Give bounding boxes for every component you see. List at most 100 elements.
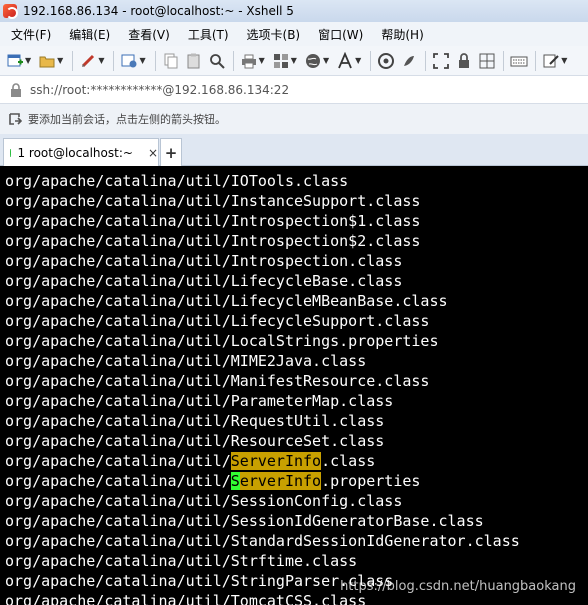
open-folder-icon[interactable] <box>36 50 58 72</box>
font-icon[interactable] <box>334 50 356 72</box>
terminal-line: org/apache/catalina/util/ResourceSet.cla… <box>5 431 588 451</box>
terminal-line-text: org/apache/catalina/util/LifecycleSuppor… <box>5 312 430 330</box>
terminal-line: org/apache/catalina/util/SessionConfig.c… <box>5 491 588 511</box>
globe-icon[interactable] <box>302 50 324 72</box>
tab-session-1[interactable]: 1 root@localhost:~ × <box>3 138 159 166</box>
toolbar-separator <box>370 50 372 71</box>
terminal-line-text: org/apache/catalina/util/ <box>5 472 231 490</box>
terminal-line-text: org/apache/catalina/util/RequestUtil.cla… <box>5 412 385 430</box>
current-match-highlight: S <box>230 472 240 490</box>
terminal-line: org/apache/catalina/util/InstanceSupport… <box>5 191 588 211</box>
chevron-down-icon[interactable]: ▼ <box>139 56 145 65</box>
link-icon[interactable] <box>77 50 99 72</box>
terminal-line: org/apache/catalina/util/Introspection$1… <box>5 211 588 231</box>
lock-icon[interactable] <box>453 50 475 72</box>
transfer-icon[interactable] <box>270 50 292 72</box>
window-title: 192.168.86.134 - root@localhost:~ - Xshe… <box>23 4 294 18</box>
chevron-down-icon[interactable]: ▼ <box>291 56 297 65</box>
terminal-line-text: org/apache/catalina/util/IOTools.class <box>5 172 349 190</box>
chevron-down-icon[interactable]: ▼ <box>323 56 329 65</box>
print-icon[interactable] <box>238 50 260 72</box>
terminal-line-text: org/apache/catalina/util/StringParser.cl… <box>5 572 394 590</box>
find-icon[interactable] <box>206 50 228 72</box>
close-icon[interactable]: × <box>148 146 158 160</box>
toolbar-separator <box>535 50 537 71</box>
add-tab-button[interactable]: + <box>160 138 182 166</box>
properties-icon[interactable] <box>118 50 140 72</box>
terminal-line: org/apache/catalina/util/RequestUtil.cla… <box>5 411 588 431</box>
terminal-line-text: org/apache/catalina/util/LifecycleMBeanB… <box>5 292 448 310</box>
menu-window[interactable]: 窗口(W) <box>309 26 372 43</box>
terminal-line-text: org/apache/catalina/util/InstanceSupport… <box>5 192 421 210</box>
terminal-line: org/apache/catalina/util/MIME2Java.class <box>5 351 588 371</box>
menu-view[interactable]: 查看(V) <box>119 26 179 43</box>
terminal-line: org/apache/catalina/util/Introspection.c… <box>5 251 588 271</box>
terminal-line-text: org/apache/catalina/util/StandardSession… <box>5 532 520 550</box>
terminal-line-suffix: .properties <box>321 472 421 490</box>
terminal-line-text: org/apache/catalina/util/ResourceSet.cla… <box>5 432 385 450</box>
toolbar: ▼ ▼ ▼ ▼ ▼ ▼ ▼ ▼ ▼ <box>0 46 588 76</box>
terminal-line-text: org/apache/catalina/util/Strftime.class <box>5 552 358 570</box>
menu-edit[interactable]: 编辑(E) <box>60 26 119 43</box>
add-session-arrow-icon[interactable] <box>8 112 22 126</box>
fullscreen-icon[interactable] <box>430 50 452 72</box>
chevron-down-icon[interactable]: ▼ <box>57 56 63 65</box>
address-text: ssh://root:************@192.168.86.134:2… <box>30 82 290 97</box>
terminal-line: org/apache/catalina/util/IOTools.class <box>5 171 588 191</box>
tab-bar: 1 root@localhost:~ × + <box>0 134 588 166</box>
terminal-line: org/apache/catalina/util/LocalStrings.pr… <box>5 331 588 351</box>
terminal-line-text: org/apache/catalina/util/MIME2Java.class <box>5 352 367 370</box>
terminal-line: org/apache/catalina/util/ServerInfo.prop… <box>5 471 588 491</box>
terminal-line: org/apache/catalina/util/ManifestResourc… <box>5 371 588 391</box>
terminal-line: org/apache/catalina/util/SessionIdGenera… <box>5 511 588 531</box>
search-match-highlight: ServerInfo <box>230 452 322 470</box>
terminal-line: org/apache/catalina/util/StandardSession… <box>5 531 588 551</box>
compose-icon[interactable] <box>540 50 562 72</box>
chevron-down-icon[interactable]: ▼ <box>355 56 361 65</box>
title-bar: 192.168.86.134 - root@localhost:~ - Xshe… <box>0 0 588 22</box>
menu-bar: 文件(F) 编辑(E) 查看(V) 工具(T) 选项卡(B) 窗口(W) 帮助(… <box>0 22 588 46</box>
chevron-down-icon[interactable]: ▼ <box>561 56 567 65</box>
keyboard-icon[interactable] <box>508 50 530 72</box>
terminal-line-suffix: .class <box>321 452 376 470</box>
toolbar-separator <box>232 50 234 71</box>
split-icon[interactable] <box>476 50 498 72</box>
terminal-line-text: org/apache/catalina/util/Introspection.c… <box>5 252 403 270</box>
terminal-line: org/apache/catalina/util/ParameterMap.cl… <box>5 391 588 411</box>
chevron-down-icon[interactable]: ▼ <box>98 56 104 65</box>
watermark: https://blog.csdn.net/huangbaokang <box>340 579 576 594</box>
copy-icon[interactable] <box>160 50 182 72</box>
toolbar-separator <box>425 50 427 71</box>
terminal-line: org/apache/catalina/util/Strftime.class <box>5 551 588 571</box>
script-icon[interactable] <box>398 50 420 72</box>
tab-label: 1 root@localhost:~ <box>17 145 133 160</box>
terminal-line-text: org/apache/catalina/util/TomcatCSS.class <box>5 592 367 605</box>
session-hint-bar: 要添加当前会话，点击左侧的箭头按钮。 <box>0 104 588 134</box>
menu-tabs[interactable]: 选项卡(B) <box>238 26 310 43</box>
terminal-line-text: org/apache/catalina/util/ <box>5 452 231 470</box>
search-match-highlight: erverInfo <box>239 472 322 490</box>
paste-icon[interactable] <box>183 50 205 72</box>
menu-file[interactable]: 文件(F) <box>2 26 60 43</box>
terminal-line-text: org/apache/catalina/util/ManifestResourc… <box>5 372 430 390</box>
new-session-icon[interactable] <box>4 50 26 72</box>
hint-text: 要添加当前会话，点击左侧的箭头按钮。 <box>28 113 226 126</box>
terminal-line-text: org/apache/catalina/util/Introspection$2… <box>5 232 421 250</box>
toolbar-separator <box>154 50 156 71</box>
terminal-line-text: org/apache/catalina/util/LocalStrings.pr… <box>5 332 439 350</box>
terminal-line: org/apache/catalina/util/Introspection$2… <box>5 231 588 251</box>
terminal-line-text: org/apache/catalina/util/ParameterMap.cl… <box>5 392 394 410</box>
terminal-line-text: org/apache/catalina/util/SessionIdGenera… <box>5 512 484 530</box>
chevron-down-icon[interactable]: ▼ <box>25 56 31 65</box>
toolbar-separator <box>72 50 74 71</box>
terminal-output[interactable]: org/apache/catalina/util/IOTools.class or… <box>0 166 588 605</box>
xftp-icon[interactable] <box>375 50 397 72</box>
toolbar-separator <box>113 50 115 71</box>
address-bar[interactable]: ssh://root:************@192.168.86.134:2… <box>0 76 588 104</box>
terminal-line: org/apache/catalina/util/ServerInfo.clas… <box>5 451 588 471</box>
terminal-line-text: org/apache/catalina/util/SessionConfig.c… <box>5 492 403 510</box>
menu-help[interactable]: 帮助(H) <box>372 26 432 43</box>
menu-tools[interactable]: 工具(T) <box>179 26 238 43</box>
terminal-line-text: org/apache/catalina/util/Introspection$1… <box>5 212 421 230</box>
chevron-down-icon[interactable]: ▼ <box>259 56 265 65</box>
